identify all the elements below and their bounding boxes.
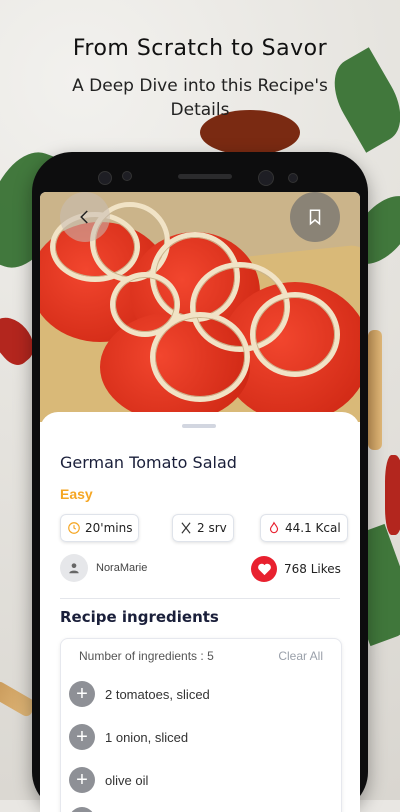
plus-icon: +	[76, 769, 88, 791]
ingredient-name: 2 tomatoes, sliced	[105, 686, 210, 702]
add-ingredient-button[interactable]: +	[69, 724, 95, 750]
back-button[interactable]	[60, 192, 110, 242]
app-screen: German Tomato Salad Easy 20'mins 2 srv 4…	[40, 192, 360, 812]
phone-top-bezel	[32, 152, 368, 192]
list-item: + olive oil	[69, 765, 148, 795]
sensor-icon	[122, 171, 132, 181]
author-name[interactable]: NoraMarie	[96, 562, 147, 574]
add-ingredient-button[interactable]: +	[69, 681, 95, 707]
likes-count: 768 Likes	[284, 562, 341, 576]
ingredients-count: Number of ingredients : 5	[79, 649, 214, 663]
chevron-left-icon	[80, 210, 88, 224]
drag-handle[interactable]	[182, 424, 216, 428]
list-item: + 2 tomatoes, sliced	[69, 679, 210, 709]
sensor-icon	[288, 173, 298, 183]
recipe-photo	[40, 192, 360, 422]
wooden-stick-decoration	[368, 330, 382, 450]
heart-icon	[257, 563, 271, 575]
bookmark-button[interactable]	[290, 192, 340, 242]
clock-icon	[68, 522, 80, 534]
servings-value: 2 srv	[197, 521, 227, 535]
chili-decoration	[385, 455, 400, 535]
time-value: 20'mins	[85, 521, 133, 535]
list-item: +	[69, 805, 95, 812]
recipe-title: German Tomato Salad	[60, 453, 237, 472]
promo-subtitle: A Deep Dive into this Recipe's Details	[72, 76, 328, 120]
bookmark-icon	[309, 209, 321, 226]
add-ingredient-button[interactable]: +	[69, 807, 95, 812]
front-camera-icon	[98, 171, 112, 185]
calories-value: 44.1 Kcal	[285, 521, 341, 535]
servings-stat: 2 srv	[172, 514, 234, 542]
difficulty-label: Easy	[60, 486, 93, 502]
promo-title: From Scratch to Savor	[72, 36, 328, 61]
add-ingredient-button[interactable]: +	[69, 767, 95, 793]
phone-frame: German Tomato Salad Easy 20'mins 2 srv 4…	[32, 152, 368, 812]
ingredient-name: 1 onion, sliced	[105, 729, 189, 745]
ingredients-heading: Recipe ingredients	[60, 608, 219, 626]
user-icon	[69, 563, 79, 574]
flame-icon	[269, 521, 279, 534]
plus-icon: +	[76, 726, 88, 748]
plus-icon: +	[76, 683, 88, 705]
utensils-icon	[181, 522, 191, 534]
sensor-icon	[258, 170, 274, 186]
ingredient-name: olive oil	[105, 772, 149, 788]
calories-stat: 44.1 Kcal	[260, 514, 348, 542]
recipe-details-sheet: German Tomato Salad Easy 20'mins 2 srv 4…	[40, 412, 360, 812]
speaker-grille	[178, 174, 232, 179]
clear-all-button[interactable]: Clear All	[278, 649, 323, 663]
onion-ring	[250, 292, 340, 377]
onion-ring	[110, 272, 180, 337]
avatar[interactable]	[60, 554, 88, 582]
like-button[interactable]	[251, 556, 277, 582]
ingredients-card: Number of ingredients : 5 Clear All + 2 …	[60, 638, 342, 812]
list-item: + 1 onion, sliced	[69, 722, 188, 752]
divider	[60, 598, 340, 599]
time-stat: 20'mins	[60, 514, 140, 542]
